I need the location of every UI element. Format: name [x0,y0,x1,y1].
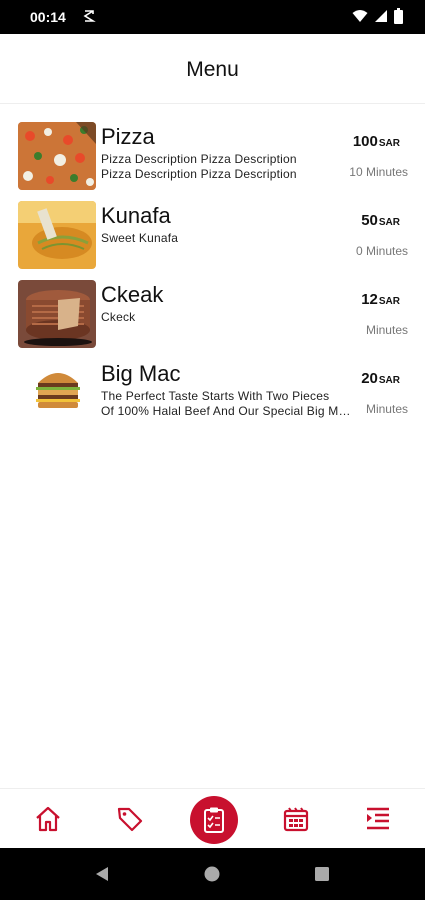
status-notification-icon [83,10,96,22]
item-description: Ckeck [101,310,357,325]
status-time: 00:14 [30,9,66,25]
price-currency: SAR [378,138,400,149]
item-name: Pizza [101,124,155,149]
pizza-image [18,122,96,190]
item-description-line1: Sweet Kunafa [101,231,179,245]
price-value: 12 [361,291,378,308]
home-circle-icon[interactable] [204,866,220,882]
back-icon[interactable] [94,866,110,882]
bottom-nav [0,788,425,848]
item-description: Sweet Kunafa [101,231,357,246]
status-icons [352,8,403,24]
item-name: Kunafa [101,203,171,228]
item-description-line2: Of 100% Halal Beef And Our Special Big M… [101,404,357,418]
cake-image [18,280,96,348]
burger-image [18,359,96,427]
item-prep-time: Minutes [365,402,408,416]
item-prep-time: 10 Minutes [349,165,408,179]
signal-icon [375,10,387,22]
price-currency: SAR [378,217,400,228]
item-prep-time: Minutes [365,323,408,337]
price-currency: SAR [378,375,400,386]
item-description-line1: Ckeck [101,310,136,324]
menu-item-big-mac[interactable]: Big Mac The Perfect Taste Starts With Tw… [0,353,425,432]
orders-icon [204,807,224,833]
nav-offers[interactable] [110,789,150,849]
item-description-line1: Pizza Description Pizza Description [101,152,297,166]
menu-item-kunafa[interactable]: Kunafa Sweet Kunafa 50SAR 0 Minutes [0,195,425,274]
calendar-icon [283,807,309,832]
status-bar: 00:14 [0,0,425,34]
item-prep-time: 0 Minutes [355,244,408,258]
tag-icon [117,807,143,832]
price-currency: SAR [378,296,400,307]
nav-orders[interactable] [190,796,238,844]
item-price: 20SAR [361,370,400,387]
price-value: 50 [361,212,378,229]
price-value: 20 [361,370,378,387]
menu-list-icon [367,807,389,830]
menu-item-pizza[interactable]: Pizza Pizza Description Pizza Descriptio… [0,116,425,195]
menu-item-ckeak[interactable]: Ckeak Ckeck 12SAR Minutes [0,274,425,353]
item-price: 50SAR [361,212,400,229]
nav-menu[interactable] [358,789,398,849]
nav-home[interactable] [28,789,68,849]
item-name: Big Mac [101,361,181,386]
item-name: Ckeak [101,282,164,307]
recents-icon[interactable] [314,866,330,882]
app-bar: Menu [0,34,425,104]
kunafa-image [18,201,96,269]
wifi-icon [352,10,368,22]
item-description: Pizza Description Pizza Description Pizz… [101,152,357,182]
item-price: 12SAR [361,291,400,308]
home-icon [36,806,60,832]
nav-reservations[interactable] [276,789,316,849]
item-description: The Perfect Taste Starts With Two Pieces… [101,389,357,419]
page-title: Menu [186,58,239,81]
system-nav-bar [0,848,425,900]
battery-icon [394,8,403,24]
item-description-line2: Pizza Description Pizza Description [101,167,297,181]
item-price: 100SAR [353,133,400,150]
price-value: 100 [352,133,378,150]
menu-list: Pizza Pizza Description Pizza Descriptio… [0,116,425,432]
item-description-line1: The Perfect Taste Starts With Two Pieces [101,389,330,403]
